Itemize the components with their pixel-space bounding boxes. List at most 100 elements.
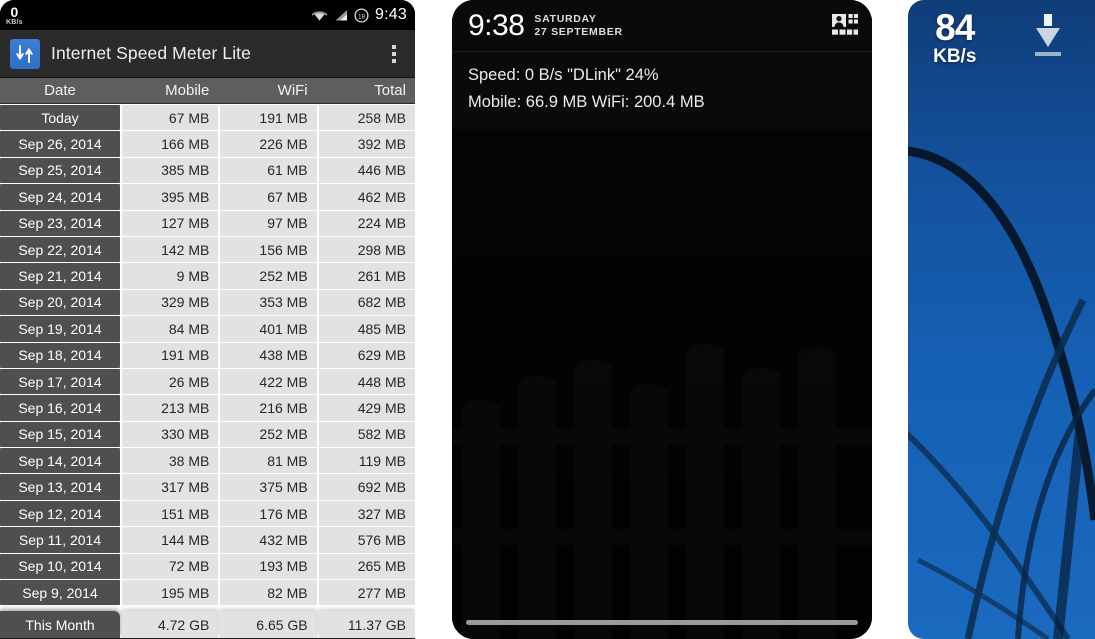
column-header-date[interactable]: Date	[0, 82, 120, 99]
cell-mobile: 330 MB	[122, 421, 219, 448]
table-row[interactable]: Sep 20, 2014 329 MB 353 MB 682 MB	[0, 288, 415, 316]
cell-mobile: 213 MB	[122, 395, 219, 421]
home-speed-indicator: 84 KB/s	[908, 7, 1002, 68]
battery-circle-icon: 18	[354, 7, 369, 23]
table-row[interactable]: Sep 12, 2014 151 MB 176 MB 327 MB	[0, 499, 415, 527]
cell-total: 446 MB	[318, 157, 415, 184]
table-row[interactable]: Sep 25, 2014 385 MB 61 MB 446 MB	[0, 156, 415, 184]
overflow-menu-icon[interactable]	[379, 34, 409, 74]
cell-mobile: 191 MB	[122, 342, 219, 368]
cell-wifi: 67 MB	[220, 184, 317, 210]
shade-date: 27 SEPTEMBER	[534, 25, 623, 38]
notification-item[interactable]: Speed: 0 B/s "DLink" 24% Mobile: 66.9 MB…	[452, 52, 872, 129]
table-row[interactable]: Sep 21, 2014 9 MB 252 MB 261 MB	[0, 262, 415, 289]
status-bar: 0 KB/s 18 9:43	[0, 0, 415, 30]
table-header-row: Date Mobile WiFi Total	[0, 78, 415, 104]
cell-date: Sep 22, 2014	[0, 236, 120, 263]
cell-mobile: 385 MB	[122, 157, 219, 184]
table-row[interactable]: Sep 23, 2014 127 MB 97 MB 224 MB	[0, 209, 415, 236]
shade-header: 9:38 SATURDAY 27 SEPTEMBER	[452, 0, 872, 52]
cell-total: 576 MB	[318, 527, 415, 553]
status-bar-speed-unit: KB/s	[6, 18, 23, 26]
table-row[interactable]: Sep 19, 2014 84 MB 401 MB 485 MB	[0, 315, 415, 342]
table-row[interactable]: Sep 9, 2014 195 MB 82 MB 277 MB	[0, 579, 415, 606]
table-row[interactable]: Sep 15, 2014 330 MB 252 MB 582 MB	[0, 420, 415, 448]
cell-wifi: 81 MB	[220, 448, 317, 474]
cell-total: 429 MB	[318, 395, 415, 421]
usage-table-body[interactable]: Today 67 MB 191 MB 258 MB Sep 26, 2014 166 MB…	[0, 104, 415, 638]
table-row[interactable]: Sep 17, 2014 26 MB 422 MB 448 MB	[0, 367, 415, 395]
cell-total: 261 MB	[318, 263, 415, 289]
cell-wifi: 375 MB	[220, 474, 317, 500]
table-row[interactable]: Sep 14, 2014 38 MB 81 MB 119 MB	[0, 447, 415, 474]
column-header-wifi[interactable]: WiFi	[218, 82, 316, 99]
cell-wifi: 176 MB	[220, 500, 317, 527]
shade-clock: 9:38	[468, 8, 525, 42]
cell-wifi: 61 MB	[220, 157, 317, 184]
cell-total: 327 MB	[318, 500, 415, 527]
cell-wifi: 252 MB	[220, 421, 317, 448]
table-row[interactable]: Sep 26, 2014 166 MB 226 MB 392 MB	[0, 130, 415, 157]
column-header-total[interactable]: Total	[317, 82, 415, 99]
cell-mobile: 142 MB	[122, 236, 219, 263]
cell-wifi: 252 MB	[220, 263, 317, 289]
cell-date: Sep 17, 2014	[0, 368, 120, 395]
wifi-icon	[311, 11, 328, 21]
cell-wifi: 193 MB	[220, 553, 317, 580]
home-status-bar: 84 KB/s	[908, 0, 1095, 86]
grass-wallpaper	[908, 146, 1095, 639]
cell-wifi: 216 MB	[220, 395, 317, 421]
cell-date: Sep 21, 2014	[0, 263, 120, 289]
cell-mobile: 144 MB	[122, 527, 219, 553]
cell-wifi: 432 MB	[220, 527, 317, 553]
cell-total: 692 MB	[318, 474, 415, 500]
status-bar-icons: 18 9:43	[311, 6, 407, 24]
cell-wifi: 6.65 GB	[220, 611, 317, 638]
screenshot-stage: 0 KB/s 18 9:43 Internet Speed Meter Lite…	[0, 0, 1095, 639]
table-row[interactable]: Sep 16, 2014 213 MB 216 MB 429 MB	[0, 394, 415, 421]
cell-date: Sep 25, 2014	[0, 157, 120, 184]
table-row[interactable]: Sep 24, 2014 395 MB 67 MB 462 MB	[0, 183, 415, 210]
cell-wifi: 401 MB	[220, 316, 317, 342]
home-speed-unit: KB/s	[933, 46, 977, 68]
table-row[interactable]: Today 67 MB 191 MB 258 MB	[0, 104, 415, 131]
cell-date: Today	[0, 105, 120, 131]
cell-mobile: 151 MB	[122, 500, 219, 527]
cell-date: Sep 26, 2014	[0, 131, 120, 157]
cell-mobile: 317 MB	[122, 474, 219, 500]
cell-total: 224 MB	[318, 210, 415, 236]
table-summary-row[interactable]: This Month 4.72 GB 6.65 GB 11.37 GB	[0, 610, 415, 638]
cell-total: 119 MB	[318, 448, 415, 474]
cell-date: Sep 14, 2014	[0, 448, 120, 474]
cell-date: Sep 19, 2014	[0, 316, 120, 342]
cell-mobile: 72 MB	[122, 553, 219, 580]
home-speed-value: 84	[935, 7, 975, 48]
cell-total: 462 MB	[318, 184, 415, 210]
table-row[interactable]: Sep 22, 2014 142 MB 156 MB 298 MB	[0, 235, 415, 263]
notification-usage-line: Mobile: 66.9 MB WiFi: 200.4 MB	[468, 92, 705, 111]
cell-mobile: 195 MB	[122, 580, 219, 606]
cell-mobile: 329 MB	[122, 289, 219, 316]
cell-total: 277 MB	[318, 580, 415, 606]
table-row[interactable]: Sep 18, 2014 191 MB 438 MB 629 MB	[0, 341, 415, 368]
status-bar-speed-value: 0	[10, 3, 19, 20]
cell-date: Sep 11, 2014	[0, 527, 120, 553]
app-screen-panel: 0 KB/s 18 9:43 Internet Speed Meter Lite…	[0, 0, 415, 639]
table-row[interactable]: Sep 13, 2014 317 MB 375 MB 692 MB	[0, 473, 415, 500]
cell-mobile: 9 MB	[122, 263, 219, 289]
app-title: Internet Speed Meter Lite	[51, 43, 251, 63]
quick-settings-grid-icon[interactable]	[832, 13, 858, 38]
svg-text:18: 18	[358, 13, 366, 20]
cell-wifi: 191 MB	[220, 105, 317, 131]
column-header-mobile[interactable]: Mobile	[120, 82, 218, 99]
cell-wifi: 97 MB	[220, 210, 317, 236]
cell-date: This Month	[0, 611, 120, 638]
fence-silhouette	[452, 343, 872, 639]
shade-weekday: SATURDAY	[534, 13, 597, 26]
home-download-indicator	[1002, 10, 1095, 66]
table-row[interactable]: Sep 11, 2014 144 MB 432 MB 576 MB	[0, 526, 415, 553]
shade-drag-handle[interactable]	[466, 620, 858, 625]
notification-shade-panel: 9:38 SATURDAY 27 SEPTEMBER Speed: 0 B/s …	[452, 0, 872, 639]
table-row[interactable]: Sep 10, 2014 72 MB 193 MB 265 MB	[0, 552, 415, 580]
cell-total: 298 MB	[318, 236, 415, 263]
